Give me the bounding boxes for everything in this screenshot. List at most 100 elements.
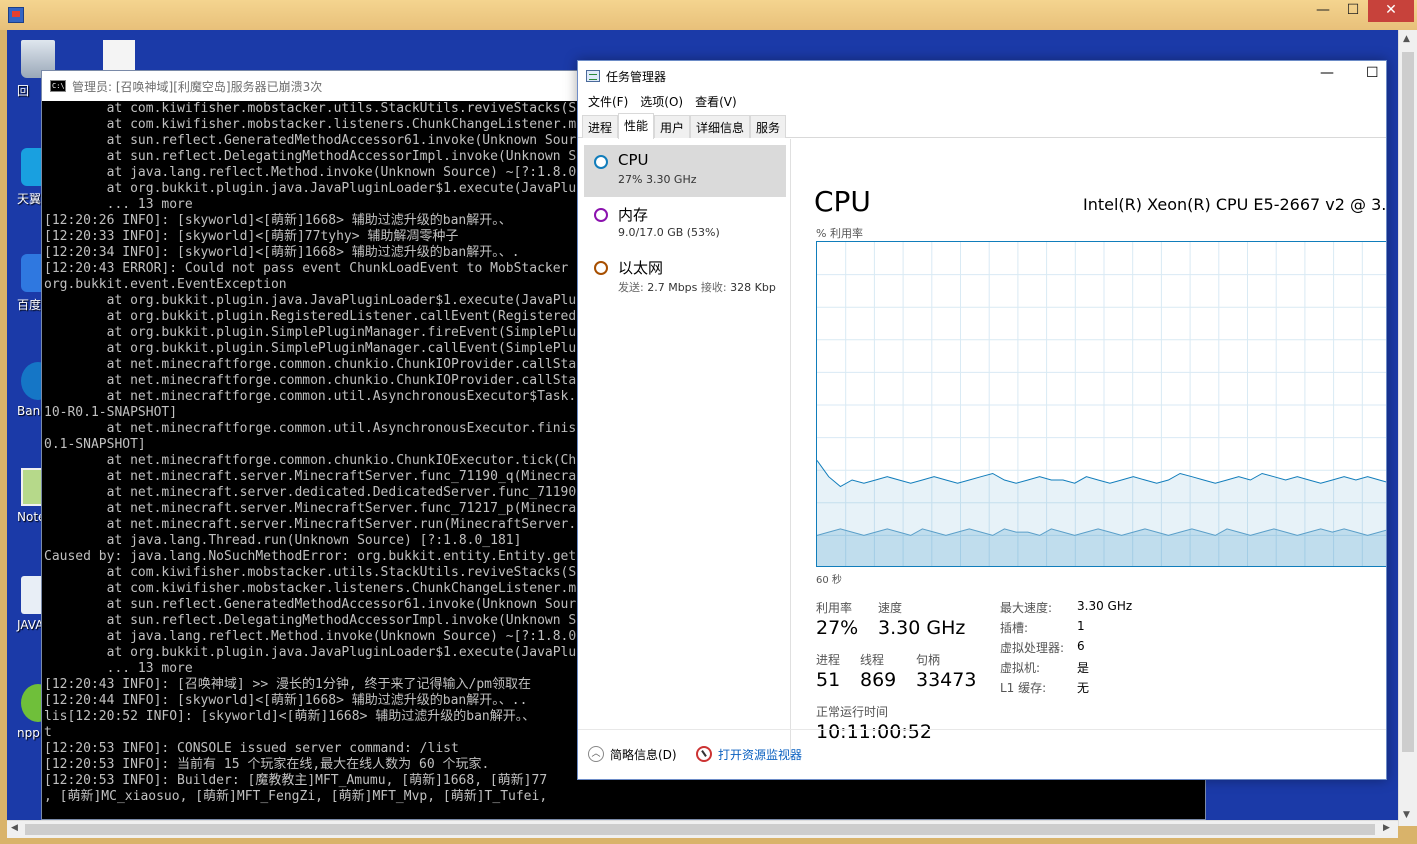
cpu-circle-icon bbox=[594, 155, 608, 169]
console-line: [12:20:53 INFO]: CONSOLE issued server c… bbox=[44, 741, 459, 756]
l1-cache-label: L1 缓存: bbox=[1000, 681, 1047, 695]
virtual-processors-value: 6 bbox=[1077, 639, 1085, 653]
console-line: at net.minecraftforge.common.chunkio.Chu… bbox=[44, 357, 577, 372]
console-line: at sun.reflect.DelegatingMethodAccessorI… bbox=[44, 149, 577, 164]
console-title: 管理员: [召唤神域][利魔空岛]服务器已崩溃3次 bbox=[72, 80, 323, 94]
console-line: at net.minecraft.server.MinecraftServer.… bbox=[44, 501, 577, 516]
tab-performance[interactable]: 性能 bbox=[618, 113, 655, 139]
console-line: ... 13 more bbox=[44, 197, 193, 212]
fewer-details-button[interactable]: 简略信息(D) bbox=[610, 746, 677, 763]
resource-item-memory[interactable]: 内存 9.0/17.0 GB (53%) bbox=[584, 198, 786, 250]
sockets-label: 插槽: bbox=[1000, 621, 1029, 635]
menu-view[interactable]: 查看(V) bbox=[693, 91, 739, 112]
cpu-graph-svg bbox=[817, 242, 1386, 566]
console-line: [12:20:43 ERROR]: Could not pass event C… bbox=[44, 261, 569, 276]
remote-maximize-button[interactable]: ☐ bbox=[1338, 0, 1368, 22]
task-manager-title: 任务管理器 bbox=[606, 70, 667, 84]
menu-options[interactable]: 选项(O) bbox=[638, 91, 685, 112]
console-line: lis[12:20:52 INFO]: [skyworld]<[萌新]1668>… bbox=[44, 709, 536, 724]
resource-sub: 27% 3.30 GHz bbox=[618, 173, 697, 186]
vertical-scrollbar[interactable]: ▲ ▼ bbox=[1398, 30, 1417, 826]
console-line: at java.lang.reflect.Method.invoke(Unkno… bbox=[44, 165, 577, 180]
console-line: at org.bukkit.plugin.java.JavaPluginLoad… bbox=[44, 181, 577, 196]
console-line: at net.minecraft.server.dedicated.Dedica… bbox=[44, 485, 577, 500]
horizontal-scroll-thumb[interactable] bbox=[25, 824, 1375, 835]
resource-monitor-icon bbox=[696, 746, 712, 762]
resource-item-ethernet[interactable]: 以太网 发送: 2.7 Mbps 接收: 328 Kbp bbox=[584, 251, 786, 303]
tab-details[interactable]: 详细信息 bbox=[690, 115, 751, 138]
resource-item-cpu[interactable]: CPU 27% 3.30 GHz bbox=[584, 145, 786, 197]
ethernet-circle-icon bbox=[594, 261, 608, 275]
max-speed-value: 3.30 GHz bbox=[1077, 599, 1133, 613]
send-label: 发送: bbox=[618, 281, 644, 294]
vertical-scroll-thumb[interactable] bbox=[1402, 52, 1414, 752]
remote-close-button[interactable]: ✕ bbox=[1368, 0, 1414, 22]
console-line: at sun.reflect.DelegatingMethodAccessorI… bbox=[44, 613, 577, 628]
horizontal-scrollbar[interactable]: ◀ ▶ bbox=[7, 820, 1398, 838]
task-manager-footer: ︿ 简略信息(D) 打开资源监视器 bbox=[578, 729, 1386, 779]
console-line: [12:20:26 INFO]: [skyworld]<[萌新]1668> 辅助… bbox=[44, 213, 512, 228]
tab-processes[interactable]: 进程 bbox=[582, 115, 619, 138]
scroll-up-arrow-icon[interactable]: ▲ bbox=[1403, 34, 1410, 44]
menu-bar: 文件(F) 选项(O) 查看(V) bbox=[578, 91, 1386, 111]
console-lines: at com.kiwifisher.mobstacker.utils.Stack… bbox=[44, 101, 576, 805]
console-line: 0.1-SNAPSHOT] bbox=[44, 437, 146, 452]
l1-cache-value: 无 bbox=[1077, 681, 1090, 695]
scroll-right-arrow-icon[interactable]: ▶ bbox=[1383, 823, 1390, 833]
task-manager-maximize-button[interactable]: ☐ bbox=[1366, 65, 1379, 81]
virtual-machine-label: 虚拟机: bbox=[1000, 661, 1041, 675]
remote-window-titlebar: — ☐ ✕ bbox=[0, 0, 1417, 30]
console-line: [12:20:34 INFO]: [skyworld]<[萌新]1668> 辅助… bbox=[44, 245, 520, 260]
console-line: at net.minecraftforge.common.chunkio.Chu… bbox=[44, 453, 577, 468]
cpu-heading: CPU bbox=[814, 185, 871, 218]
console-icon: C:\ bbox=[50, 80, 66, 92]
console-line: at org.bukkit.plugin.java.JavaPluginLoad… bbox=[44, 293, 577, 308]
console-line: at sun.reflect.GeneratedMethodAccessor61… bbox=[44, 597, 577, 612]
processes-label: 进程 bbox=[816, 653, 841, 667]
resource-name: 内存 bbox=[618, 206, 649, 224]
menu-file[interactable]: 文件(F) bbox=[586, 91, 630, 112]
console-line: [12:20:44 INFO]: [skyworld]<[萌新]1668> 辅助… bbox=[44, 693, 528, 708]
console-line: Caused by: java.lang.NoSuchMethodError: … bbox=[44, 549, 577, 564]
task-manager-titlebar[interactable]: 任务管理器 — ☐ bbox=[578, 61, 1386, 91]
console-line: [12:20:53 INFO]: 当前有 15 个玩家在线,最大在线人数为 60… bbox=[44, 757, 490, 772]
recv-value: 328 Kbp bbox=[730, 281, 776, 294]
virtual-machine-value: 是 bbox=[1077, 661, 1090, 675]
cpu-performance-panel: CPU Intel(R) Xeon(R) CPU E5-2667 v2 @ 3.… bbox=[808, 139, 1386, 779]
virtual-processors-label: 虚拟处理器: bbox=[1000, 641, 1065, 655]
tab-services[interactable]: 服务 bbox=[750, 115, 787, 138]
console-line: [12:20:53 INFO]: Builder: [魔教教主]MFT_Amum… bbox=[44, 773, 548, 788]
open-resource-monitor-link[interactable]: 打开资源监视器 bbox=[718, 746, 802, 763]
speed-label: 速度 bbox=[878, 601, 903, 615]
tab-bar: 进程 性能 用户 详细信息 服务 bbox=[578, 113, 1386, 139]
threads-value: 869 bbox=[860, 669, 897, 691]
scroll-down-arrow-icon[interactable]: ▼ bbox=[1403, 810, 1410, 820]
tab-users[interactable]: 用户 bbox=[654, 115, 691, 138]
resource-sub: 9.0/17.0 GB (53%) bbox=[618, 226, 720, 239]
console-line: at net.minecraftforge.common.util.Asynch… bbox=[44, 421, 577, 436]
util-value: 27% bbox=[816, 617, 859, 639]
task-manager-minimize-button[interactable]: — bbox=[1320, 65, 1334, 81]
resource-name: 以太网 bbox=[618, 259, 664, 277]
console-line: at com.kiwifisher.mobstacker.listeners.C… bbox=[44, 581, 577, 596]
task-manager-window[interactable]: 任务管理器 — ☐ 文件(F) 选项(O) 查看(V) 进程 性能 用户 详细信息 … bbox=[577, 60, 1387, 780]
console-line: at com.kiwifisher.mobstacker.listeners.C… bbox=[44, 117, 577, 132]
threads-label: 线程 bbox=[860, 653, 885, 667]
chevron-up-icon[interactable]: ︿ bbox=[588, 746, 604, 762]
scroll-left-arrow-icon[interactable]: ◀ bbox=[11, 823, 18, 833]
console-line: at org.bukkit.plugin.SimplePluginManager… bbox=[44, 341, 577, 356]
uptime-label: 正常运行时间 bbox=[816, 705, 889, 719]
time-window-label: 60 秒 bbox=[816, 575, 842, 586]
console-line: at net.minecraft.server.MinecraftServer.… bbox=[44, 469, 577, 484]
sockets-value: 1 bbox=[1077, 619, 1085, 633]
handles-label: 句柄 bbox=[916, 653, 941, 667]
remote-minimize-button[interactable]: — bbox=[1308, 0, 1338, 22]
cpu-utilization-graph bbox=[816, 241, 1386, 567]
console-line: at org.bukkit.plugin.java.JavaPluginLoad… bbox=[44, 645, 577, 660]
task-manager-icon bbox=[586, 70, 600, 82]
console-line: at com.kiwifisher.mobstacker.utils.Stack… bbox=[44, 101, 577, 116]
console-line: at com.kiwifisher.mobstacker.utils.Stack… bbox=[44, 565, 577, 580]
console-line: ... 13 more bbox=[44, 661, 193, 676]
console-line: at net.minecraftforge.common.util.Asynch… bbox=[44, 389, 577, 404]
console-line: , [萌新]MC_xiaosuo, [萌新]MFT_FengZi, [萌新]MF… bbox=[44, 789, 548, 804]
